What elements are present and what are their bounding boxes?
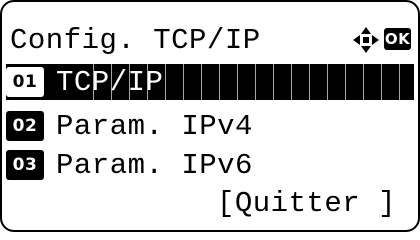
- title-bar: Config. TCP/IP OK: [6, 20, 414, 60]
- menu-item-number: 02: [6, 111, 44, 141]
- screen-title: Config. TCP/IP: [10, 23, 261, 57]
- menu-item-tcp-ip[interactable]: 01 TCP/IP: [6, 64, 414, 100]
- four-way-arrow-icon: [353, 27, 379, 53]
- menu-item-param-ipv4[interactable]: 02 Param. IPv4: [6, 106, 414, 146]
- lcd-panel: Config. TCP/IP OK 01 TCP/IP 02 Param. IP…: [0, 0, 420, 232]
- menu-item-label: Param. IPv6: [56, 148, 253, 182]
- softkey-row: [Quitter ]: [6, 183, 414, 223]
- menu-item-param-ipv6[interactable]: 03 Param. IPv6: [6, 145, 414, 185]
- menu-item-number: 01: [6, 67, 44, 97]
- quit-softkey[interactable]: [Quitter ]: [217, 187, 396, 220]
- menu-item-label: TCP/IP: [56, 65, 164, 99]
- menu-item-label: Param. IPv4: [56, 109, 253, 143]
- menu-item-number: 03: [6, 150, 44, 180]
- ok-key-icon: OK: [384, 28, 411, 50]
